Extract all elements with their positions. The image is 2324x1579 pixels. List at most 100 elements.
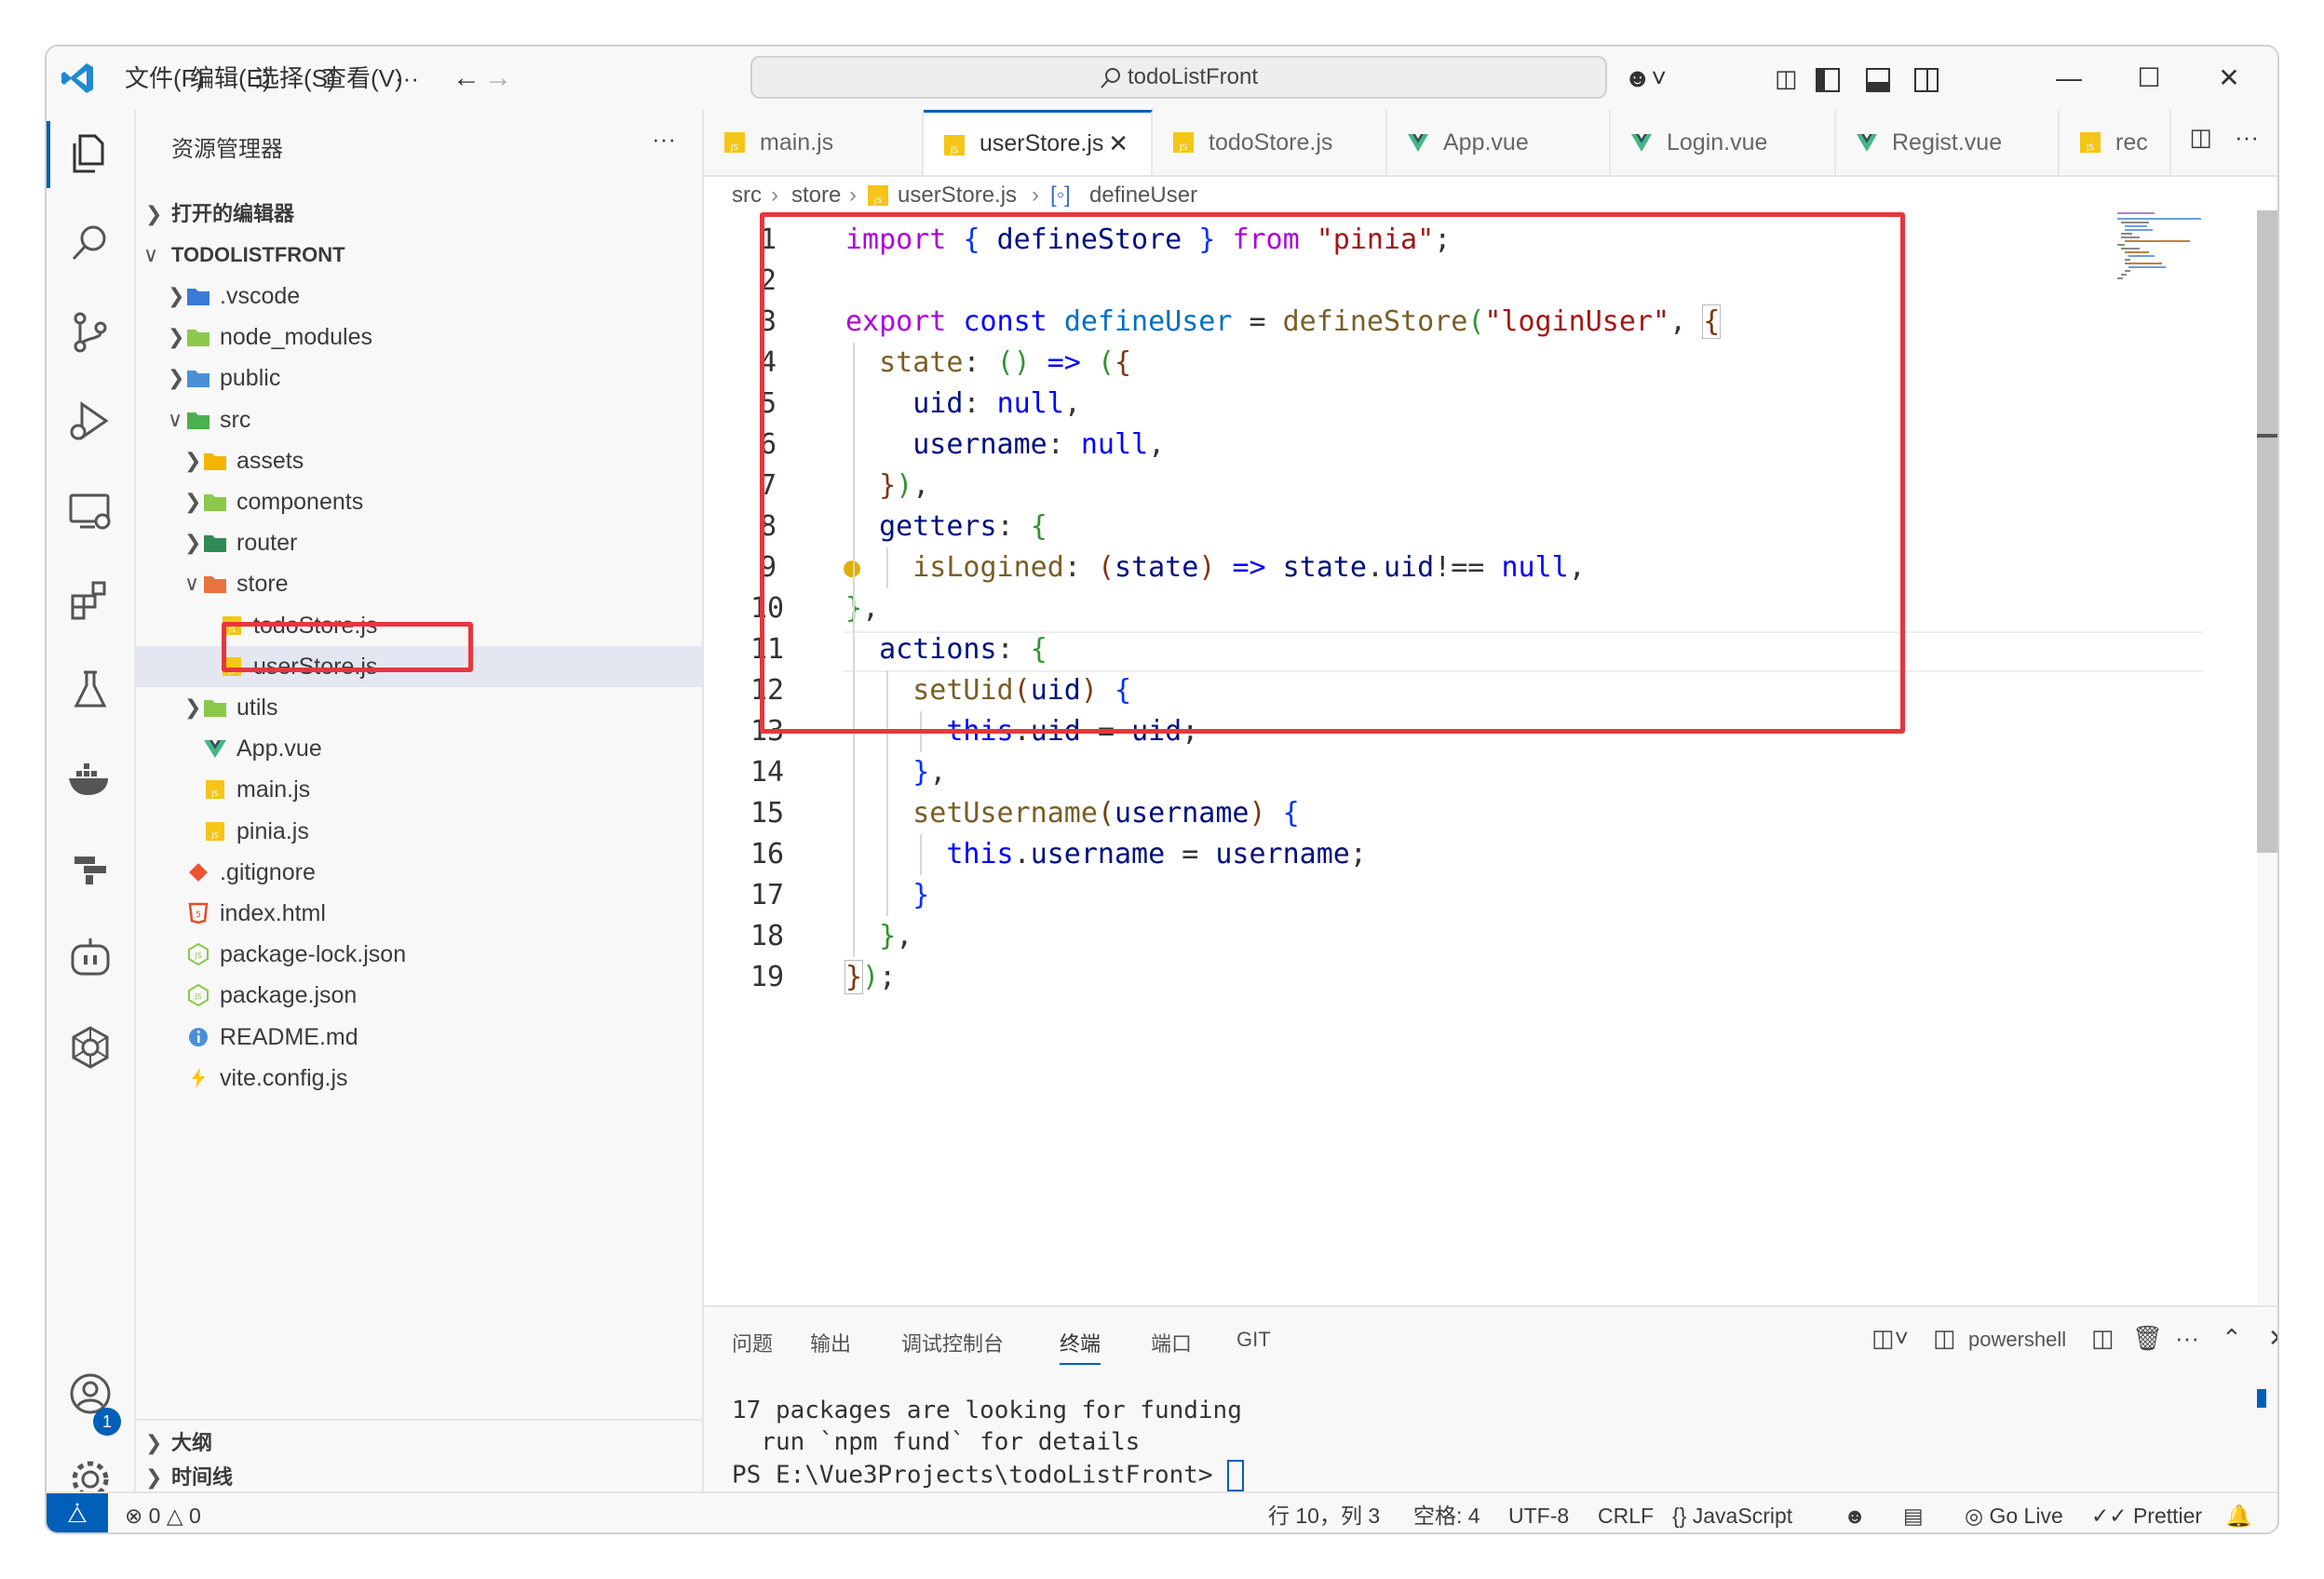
tree-item-label: src [220, 406, 251, 433]
maximize-button[interactable]: ☐ [2121, 47, 2177, 110]
tree-item-main-js[interactable]: JS main.js [136, 769, 702, 810]
tab-userstore-js[interactable]: JS userStore.js ✕ [924, 110, 1153, 175]
tree-item-app-vue[interactable]: App.vue [136, 728, 702, 769]
docker-icon[interactable] [65, 754, 115, 804]
tab-app-vue[interactable]: App.vue [1387, 110, 1611, 175]
remote-explorer-icon[interactable] [65, 486, 115, 536]
eol-status[interactable]: CRLF [1598, 1493, 1654, 1532]
explorer-more-button[interactable]: ··· [652, 125, 676, 154]
panel-more-button[interactable]: ··· [2175, 1324, 2199, 1353]
tree-item-store[interactable]: ∨ store [136, 563, 702, 604]
prettier-status[interactable]: ✓✓ Prettier [2091, 1493, 2202, 1532]
maximize-panel-icon[interactable]: ⌃ [2222, 1324, 2242, 1353]
editor-scrollbar-thumb[interactable] [2257, 210, 2277, 853]
tree-item-src[interactable]: ∨ src [136, 399, 702, 440]
timeline-section[interactable]: ❯ 时间线 [136, 1464, 702, 1491]
tree-item-vscode[interactable]: ❯ .vscode [136, 276, 702, 317]
tree-item-public[interactable]: ❯ public [136, 358, 702, 398]
customize-layout-icon[interactable]: ◫ [1775, 47, 1798, 110]
source-control-icon[interactable] [65, 307, 115, 358]
kubernetes-icon[interactable] [65, 1022, 115, 1073]
breadcrumb-symbol[interactable]: defineUser [1089, 177, 1197, 214]
tree-item-router[interactable]: ❯ router [136, 522, 702, 563]
close-button[interactable]: ✕ [2201, 47, 2257, 110]
menu-view[interactable]: 查看(V) [322, 47, 403, 110]
live-share-status-icon[interactable]: ▤ [1903, 1493, 1924, 1532]
toggle-panel-icon[interactable] [1866, 47, 1890, 110]
back-arrow-icon[interactable]: ← [453, 47, 480, 110]
tree-item-node-modules[interactable]: ❯ node_modules [136, 317, 702, 358]
tree-item-assets[interactable]: ❯ assets [136, 440, 702, 481]
outline-section[interactable]: ❯ 大纲 [136, 1423, 702, 1464]
tree-item-components[interactable]: ❯ components [136, 481, 702, 522]
command-center-search[interactable]: todoListFront [750, 56, 1607, 99]
explorer-icon[interactable] [65, 128, 115, 179]
breadcrumb-src[interactable]: src [732, 177, 762, 214]
tab-label: main.js [760, 129, 834, 155]
minimap[interactable] [2114, 210, 2253, 322]
language-mode[interactable]: {} JavaScript [1672, 1493, 1792, 1532]
close-tab-icon[interactable]: ✕ [1108, 113, 1128, 174]
copilot-icon[interactable]: ☻˅ [1624, 47, 1667, 110]
tab-main-js[interactable]: JS main.js [704, 110, 924, 175]
split-editor-icon[interactable]: ◫ [2189, 123, 2212, 152]
search-icon[interactable] [65, 218, 115, 268]
notifications-bell-icon[interactable]: 🔔 [2225, 1493, 2252, 1532]
breadcrumb-file[interactable]: userStore.js [898, 177, 1017, 214]
cursor-position[interactable]: 行 10，列 3 [1268, 1493, 1380, 1532]
tab-login-vue[interactable]: Login.vue [1611, 110, 1836, 175]
trash-icon[interactable]: 🗑 [2132, 1324, 2163, 1353]
tree-item-pinia-js[interactable]: JS pinia.js [136, 811, 702, 852]
tree-item-readme-md[interactable]: README.md [136, 1017, 702, 1058]
terminal-shell-name[interactable]: powershell [1968, 1328, 2066, 1352]
live-share-icon[interactable] [65, 843, 115, 894]
panel-tab-git[interactable]: GIT [1236, 1328, 1271, 1352]
tree-item-gitignore[interactable]: .gitignore [136, 852, 702, 893]
indentation-status[interactable]: 空格: 4 [1413, 1493, 1480, 1532]
panel-tab-debug-console[interactable]: 调试控制台 [901, 1328, 1004, 1357]
tab-regist-vue[interactable]: Regist.vue [1836, 110, 2060, 175]
highlight-box-code [760, 212, 1905, 734]
tree-item-utils[interactable]: ❯ utils [136, 687, 702, 728]
panel-tab-output[interactable]: 输出 [810, 1328, 851, 1357]
toggle-sidebar-icon[interactable] [1816, 47, 1840, 110]
menu-more-button[interactable]: ··· [395, 47, 419, 110]
tree-item-label: router [236, 530, 298, 557]
terminal-prompt[interactable]: PS E:\Vue3Projects\todoListFront> [732, 1460, 1245, 1491]
js-file-icon: JS [1173, 132, 1194, 153]
command-center-text: todoListFront [1127, 64, 1259, 89]
breadcrumb-store[interactable]: store [791, 177, 841, 214]
project-root-section[interactable]: ∨ TODOLISTFRONT [136, 235, 702, 276]
tree-item-vite-config-js[interactable]: vite.config.js [136, 1058, 702, 1099]
testing-icon[interactable] [65, 665, 115, 715]
close-panel-icon[interactable]: ✕ [2268, 1324, 2277, 1353]
tree-item-package-lock-json[interactable]: JS package-lock.json [136, 934, 702, 975]
tab-todostore-js[interactable]: JS todoStore.js [1153, 110, 1387, 175]
variable-icon: [◦] [1050, 182, 1071, 208]
forward-arrow-icon[interactable]: → [484, 47, 512, 110]
vue-file-icon [1857, 134, 1877, 152]
copilot-status-icon[interactable]: ☻ [1844, 1493, 1866, 1532]
run-debug-icon[interactable] [65, 397, 115, 447]
tree-item-index-html[interactable]: 5 index.html [136, 893, 702, 934]
editor-more-button[interactable]: ··· [2235, 123, 2259, 152]
toggle-secondary-sidebar-icon[interactable] [1914, 47, 1939, 110]
remote-indicator-icon[interactable]: ⧊ [47, 1493, 108, 1532]
minimize-button[interactable]: — [2041, 47, 2097, 110]
svg-text:JS: JS [194, 951, 201, 960]
problems-status[interactable]: ⊗ 0 △ 0 [125, 1493, 201, 1532]
panel-tab-ports[interactable]: 端口 [1151, 1328, 1192, 1357]
tree-item-package-json[interactable]: JS package.json [136, 975, 702, 1016]
tab-rec[interactable]: JS rec [2060, 110, 2171, 175]
line-number: 17 [750, 879, 785, 911]
go-live-button[interactable]: ◎ Go Live [1965, 1493, 2063, 1532]
folder-icon [203, 440, 227, 481]
split-terminal-icon[interactable]: ◫ [2091, 1324, 2115, 1353]
new-terminal-split-icon[interactable]: ◫˅ [1871, 1324, 1909, 1353]
panel-tab-problems[interactable]: 问题 [732, 1328, 773, 1357]
open-editors-section[interactable]: ❯ 打开的编辑器 [136, 194, 702, 235]
extensions-icon[interactable] [65, 575, 115, 626]
copilot-chat-icon[interactable] [65, 933, 115, 983]
panel-tab-terminal[interactable]: 终端 [1060, 1328, 1101, 1365]
encoding-status[interactable]: UTF-8 [1508, 1493, 1569, 1532]
